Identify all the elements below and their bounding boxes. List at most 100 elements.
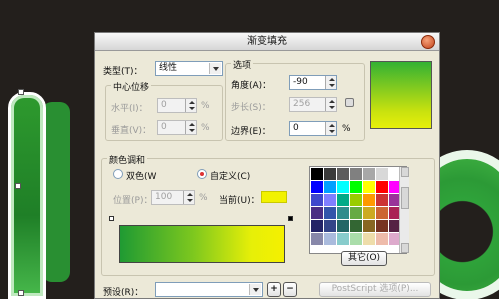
scroll-down-icon[interactable] [401,243,409,253]
palette-swatch[interactable] [324,168,336,180]
vertical-value: 0 [161,122,167,132]
color-blend-title: 颜色调和 [107,153,148,166]
dialog-title: 渐变填充 [247,36,287,47]
palette-swatch[interactable] [363,168,375,180]
palette-swatch[interactable] [363,233,375,245]
fountain-fill-dialog: 渐变填充 类型(T)： 线性 中心位移 水平(I)： 0 % 垂直(V)： 0 … [94,32,440,299]
palette-swatch[interactable] [337,168,349,180]
vertical-spinner[interactable] [185,121,196,134]
add-preset-icon[interactable]: + [267,282,281,297]
palette-swatch[interactable] [363,194,375,206]
palette-swatch[interactable] [350,168,362,180]
steps-field[interactable]: 256 [289,97,337,112]
position-value: 100 [155,192,173,202]
angle-field[interactable]: -90 [289,75,337,90]
horizontal-spinner[interactable] [185,99,196,112]
edge-value: 0 [293,123,299,133]
type-label: 类型(T)： [103,67,143,77]
palette-swatch[interactable] [363,220,375,232]
palette-swatch[interactable] [376,194,388,206]
palette-swatch[interactable] [324,181,336,193]
gradient-preview[interactable] [370,61,432,129]
palette-swatch[interactable] [350,233,362,245]
vertical-field[interactable]: 0 [157,120,197,135]
preset-label: 预设(R)： [103,288,144,298]
palette-swatch[interactable] [350,207,362,219]
palette-swatch[interactable] [337,181,349,193]
custom-label: 自定义(C) [210,172,251,182]
palette-scrollbar[interactable] [399,167,409,253]
center-offset-title: 中心位移 [111,80,152,93]
other-button[interactable]: 其它(O) [341,251,387,266]
selection-handle[interactable] [15,183,21,189]
palette-swatch[interactable] [337,194,349,206]
palette-swatch[interactable] [376,181,388,193]
palette-swatch[interactable] [324,220,336,232]
palette-swatch[interactable] [376,233,388,245]
palette-swatch[interactable] [311,168,323,180]
angle-value: -90 [293,77,308,87]
edge-label: 边界(E)： [231,127,271,137]
current-color-swatch[interactable] [261,191,287,203]
edge-spinner[interactable] [325,122,336,135]
two-color-label: 双色(W [126,172,157,182]
position-field[interactable]: 100 [151,190,195,205]
palette-swatch[interactable] [337,233,349,245]
palette-swatch[interactable] [324,194,336,206]
gradient-bar[interactable] [119,225,285,263]
color-palette[interactable] [309,166,407,254]
dialog-titlebar: 渐变填充 [95,33,439,51]
palette-swatch[interactable] [311,181,323,193]
horizontal-percent: % [201,101,210,111]
selection-handle[interactable] [18,290,24,296]
options-title: 选项 [231,58,254,71]
palette-swatch[interactable] [311,220,323,232]
chevron-down-icon[interactable] [249,284,261,295]
palette-swatch[interactable] [311,207,323,219]
current-label: 当前(U)： [219,196,260,206]
lock-icon[interactable] [345,98,354,107]
custom-radio[interactable] [197,169,207,179]
scroll-thumb[interactable] [401,187,409,209]
steps-value: 256 [293,99,311,109]
vertical-label: 垂直(V)： [111,126,152,136]
canvas-area: 渐变填充 类型(T)： 线性 中心位移 水平(I)： 0 % 垂直(V)： 0 … [0,0,499,299]
horizontal-label: 水平(I)： [111,104,148,114]
palette-swatch[interactable] [324,233,336,245]
type-select[interactable]: 线性 [155,61,223,76]
palette-swatch[interactable] [350,194,362,206]
edge-percent: % [342,124,351,134]
angle-label: 角度(A)： [231,81,272,91]
palette-swatch[interactable] [376,168,388,180]
chevron-down-icon[interactable] [209,63,221,74]
palette-swatch[interactable] [324,207,336,219]
palette-swatch[interactable] [337,220,349,232]
position-label: 位置(P)： [113,196,153,206]
gradient-start-marker[interactable] [109,216,114,221]
palette-swatch[interactable] [363,181,375,193]
selection-handle[interactable] [18,89,24,95]
scroll-up-icon[interactable] [401,167,409,177]
close-icon[interactable] [421,35,435,49]
palette-swatch[interactable] [376,207,388,219]
angle-spinner[interactable] [325,76,336,89]
palette-swatch[interactable] [350,220,362,232]
two-color-radio[interactable] [113,169,123,179]
remove-preset-icon[interactable]: − [283,282,297,297]
letter-shadow [42,102,70,282]
horizontal-field[interactable]: 0 [157,98,197,113]
position-percent: % [199,193,208,203]
edge-field[interactable]: 0 [289,121,337,136]
steps-spinner[interactable] [325,98,336,111]
gradient-end-marker[interactable] [288,216,293,221]
palette-swatch[interactable] [350,181,362,193]
postscript-options-button[interactable]: PostScript 选项(P)... [319,282,431,297]
palette-swatch[interactable] [311,194,323,206]
palette-swatch[interactable] [337,207,349,219]
letter-l-shape[interactable] [8,89,46,299]
preset-select[interactable] [155,282,263,297]
palette-swatch[interactable] [376,220,388,232]
palette-swatch[interactable] [311,233,323,245]
palette-swatch[interactable] [363,207,375,219]
position-spinner[interactable] [183,191,194,204]
